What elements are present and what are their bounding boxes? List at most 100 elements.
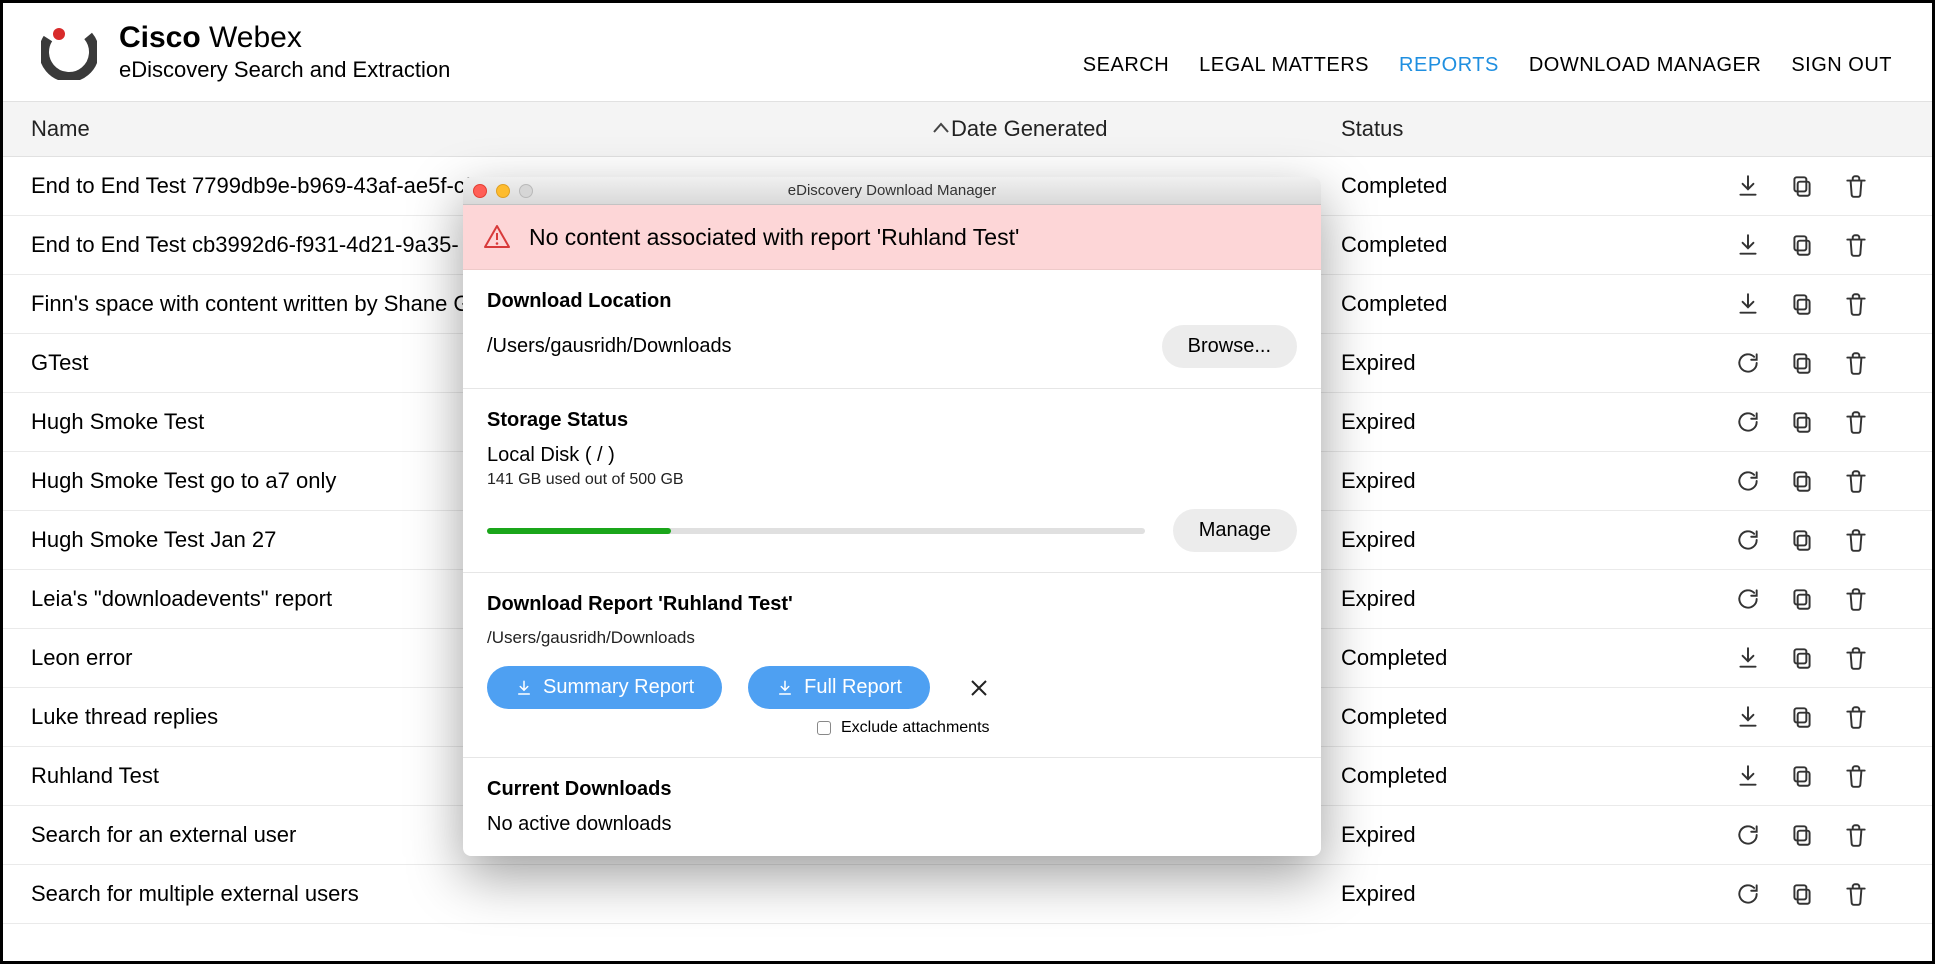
row-actions (1541, 350, 1904, 376)
row-actions (1541, 409, 1904, 435)
close-icon[interactable] (968, 677, 990, 699)
nav-reports[interactable]: REPORTS (1399, 54, 1499, 77)
copy-icon[interactable] (1789, 468, 1815, 494)
row-actions (1541, 822, 1904, 848)
nav-legal-matters[interactable]: LEGAL MATTERS (1199, 54, 1369, 77)
trash-icon[interactable] (1843, 527, 1869, 553)
summary-report-button[interactable]: Summary Report (487, 666, 722, 709)
download-location-section: Download Location /Users/gausridh/Downlo… (463, 270, 1321, 389)
copy-icon[interactable] (1789, 822, 1815, 848)
current-downloads-empty: No active downloads (487, 813, 1297, 836)
top-nav: SEARCH LEGAL MATTERS REPORTS DOWNLOAD MA… (1083, 54, 1892, 77)
row-status: Completed (1341, 763, 1541, 789)
column-name[interactable]: Name (31, 116, 951, 142)
copy-icon[interactable] (1789, 881, 1815, 907)
copy-icon[interactable] (1789, 527, 1815, 553)
full-report-button[interactable]: Full Report (748, 666, 930, 709)
current-downloads-section: Current Downloads No active downloads (463, 758, 1321, 856)
exclude-checkbox[interactable] (817, 721, 831, 735)
download-location-path: /Users/gausridh/Downloads (487, 335, 732, 358)
trash-icon[interactable] (1843, 232, 1869, 258)
download-icon[interactable] (1735, 291, 1761, 317)
refresh-icon[interactable] (1735, 586, 1761, 612)
mac-titlebar: eDiscovery Download Manager (463, 177, 1321, 205)
brand: Cisco Webex eDiscovery Search and Extrac… (41, 21, 450, 83)
trash-icon[interactable] (1843, 645, 1869, 671)
storage-status-section: Storage Status Local Disk ( / ) 141 GB u… (463, 389, 1321, 573)
download-icon[interactable] (1735, 232, 1761, 258)
row-actions (1541, 704, 1904, 730)
row-status: Expired (1341, 822, 1541, 848)
trash-icon[interactable] (1843, 704, 1869, 730)
exclude-label: Exclude attachments (841, 719, 990, 737)
copy-icon[interactable] (1789, 232, 1815, 258)
refresh-icon[interactable] (1735, 409, 1761, 435)
copy-icon[interactable] (1789, 350, 1815, 376)
row-actions (1541, 468, 1904, 494)
row-status: Completed (1341, 173, 1541, 199)
row-status: Completed (1341, 704, 1541, 730)
storage-status-title: Storage Status (487, 409, 1297, 432)
download-manager-modal: eDiscovery Download Manager No content a… (463, 177, 1321, 856)
brand-subtitle: eDiscovery Search and Extraction (119, 57, 450, 83)
copy-icon[interactable] (1789, 704, 1815, 730)
browse-button[interactable]: Browse... (1162, 325, 1297, 368)
refresh-icon[interactable] (1735, 350, 1761, 376)
row-actions (1541, 527, 1904, 553)
download-icon[interactable] (1735, 704, 1761, 730)
copy-icon[interactable] (1789, 763, 1815, 789)
download-icon (776, 679, 794, 697)
exclude-attachments-option[interactable]: Exclude attachments (817, 719, 1297, 737)
refresh-icon[interactable] (1735, 822, 1761, 848)
copy-icon[interactable] (1789, 291, 1815, 317)
refresh-icon[interactable] (1735, 881, 1761, 907)
download-location-title: Download Location (487, 290, 1297, 313)
copy-icon[interactable] (1789, 645, 1815, 671)
app-header: Cisco Webex eDiscovery Search and Extrac… (3, 3, 1932, 101)
download-report-title: Download Report 'Ruhland Test' (487, 593, 1297, 616)
copy-icon[interactable] (1789, 586, 1815, 612)
row-status: Expired (1341, 881, 1541, 907)
download-report-path: /Users/gausridh/Downloads (487, 628, 1297, 648)
trash-icon[interactable] (1843, 173, 1869, 199)
trash-icon[interactable] (1843, 409, 1869, 435)
trash-icon[interactable] (1843, 763, 1869, 789)
refresh-icon[interactable] (1735, 527, 1761, 553)
trash-icon[interactable] (1843, 586, 1869, 612)
nav-sign-out[interactable]: SIGN OUT (1791, 54, 1892, 77)
row-actions (1541, 763, 1904, 789)
trash-icon[interactable] (1843, 468, 1869, 494)
nav-search[interactable]: SEARCH (1083, 54, 1169, 77)
copy-icon[interactable] (1789, 173, 1815, 199)
column-status[interactable]: Status (1341, 116, 1541, 142)
trash-icon[interactable] (1843, 291, 1869, 317)
download-icon[interactable] (1735, 763, 1761, 789)
download-icon[interactable] (1735, 645, 1761, 671)
download-icon[interactable] (1735, 173, 1761, 199)
table-header: Name Date Generated Status (3, 101, 1932, 157)
storage-usage-text: 141 GB used out of 500 GB (487, 471, 1297, 489)
manage-button[interactable]: Manage (1173, 509, 1297, 552)
row-status: Expired (1341, 468, 1541, 494)
row-actions (1541, 232, 1904, 258)
row-name: Search for multiple external users (31, 881, 951, 907)
refresh-icon[interactable] (1735, 468, 1761, 494)
cisco-logo-icon (41, 24, 97, 80)
trash-icon[interactable] (1843, 822, 1869, 848)
trash-icon[interactable] (1843, 881, 1869, 907)
current-downloads-title: Current Downloads (487, 778, 1297, 801)
storage-progress-fill (487, 528, 671, 534)
row-status: Expired (1341, 350, 1541, 376)
nav-download-manager[interactable]: DOWNLOAD MANAGER (1529, 54, 1761, 77)
row-status: Expired (1341, 527, 1541, 553)
column-date[interactable]: Date Generated (951, 116, 1341, 142)
storage-disk-label: Local Disk ( / ) (487, 444, 1297, 467)
storage-progress-bar (487, 528, 1145, 534)
row-actions (1541, 173, 1904, 199)
download-report-section: Download Report 'Ruhland Test' /Users/ga… (463, 573, 1321, 758)
row-status: Expired (1341, 586, 1541, 612)
trash-icon[interactable] (1843, 350, 1869, 376)
row-actions (1541, 586, 1904, 612)
copy-icon[interactable] (1789, 409, 1815, 435)
table-row: Search for multiple external users Expire… (3, 865, 1932, 924)
